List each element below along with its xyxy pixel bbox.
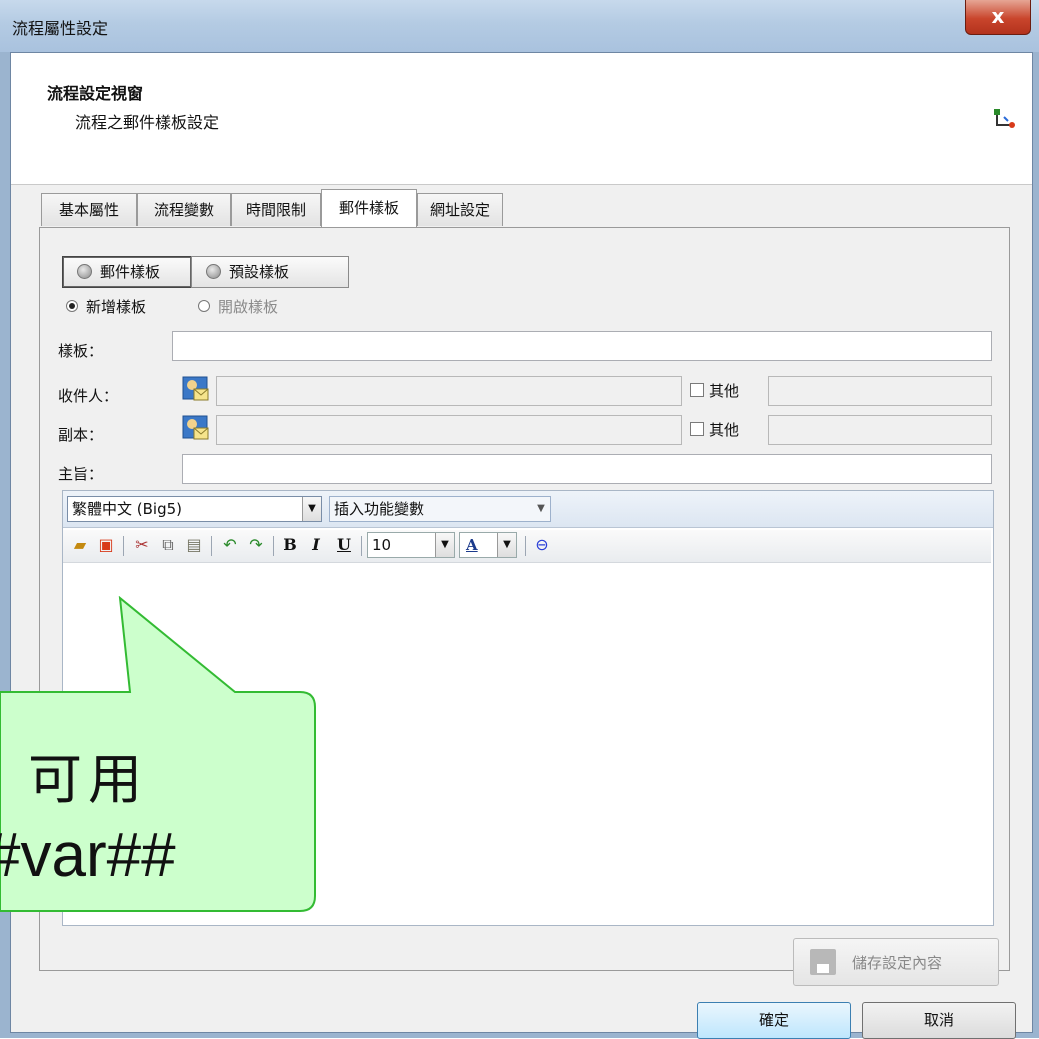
subject-input[interactable] [182, 454, 992, 484]
toolbar-separator [123, 536, 124, 556]
recipient-other-input[interactable] [768, 376, 992, 406]
insert-variable-select[interactable]: 插入功能變數 ▼ [329, 496, 551, 522]
cancel-button[interactable]: 取消 [862, 1002, 1016, 1039]
tab-url-settings[interactable]: 網址設定 [417, 193, 503, 226]
recipient-other-checkbox[interactable]: 其他 [690, 380, 739, 401]
paste-icon[interactable]: ▤ [183, 534, 205, 556]
bold-button[interactable]: B [279, 534, 301, 556]
workflow-icon [994, 109, 1015, 128]
radio-unselected-icon [198, 300, 210, 312]
title-bar[interactable]: 流程屬性設定 x [0, 0, 1039, 52]
chevron-down-icon[interactable]: ▼ [435, 533, 454, 557]
checkbox-box [690, 422, 704, 436]
address-book-icon[interactable] [182, 376, 210, 402]
font-color-select[interactable]: A ▼ [459, 532, 517, 558]
address-book-icon[interactable] [182, 415, 210, 441]
cc-other-input[interactable] [768, 415, 992, 445]
mode-default-template-label: 預設樣板 [229, 263, 290, 281]
undo-icon[interactable]: ↶ [219, 534, 241, 556]
ok-button[interactable]: 確定 [697, 1002, 851, 1039]
tab-basic[interactable]: 基本屬性 [41, 193, 137, 226]
mode-mail-template[interactable]: 郵件樣板 [62, 256, 192, 288]
toolbar-separator [273, 536, 274, 556]
radio-open-template[interactable]: 開啟樣板 [198, 296, 278, 317]
recipient-input[interactable] [216, 376, 682, 406]
window-title: 流程屬性設定 [12, 19, 109, 38]
encoding-value: 繁體中文 (Big5) [72, 500, 182, 518]
link-icon[interactable]: ⊖ [531, 534, 553, 556]
font-size-select[interactable]: 10 ▼ [367, 532, 455, 558]
toolbar-separator [361, 536, 362, 556]
tab-variables[interactable]: 流程變數 [137, 193, 231, 226]
tab-mail-template[interactable]: 郵件樣板 [321, 189, 417, 227]
radio-open-template-label: 開啟樣板 [218, 298, 279, 316]
mode-default-template[interactable]: 預設樣板 [191, 256, 349, 288]
header-subtitle: 流程之郵件樣板設定 [75, 113, 220, 132]
toolbar-separator [211, 536, 212, 556]
tab-time-limit[interactable]: 時間限制 [231, 193, 321, 226]
encoding-select[interactable]: 繁體中文 (Big5) ▼ [67, 496, 322, 522]
editor-topbar: 繁體中文 (Big5) ▼ 插入功能變數 ▼ [63, 491, 993, 528]
mode-mail-template-label: 郵件樣板 [100, 263, 161, 281]
chevron-down-icon[interactable]: ▼ [497, 533, 516, 557]
chevron-down-icon[interactable]: ▼ [532, 497, 550, 521]
template-input[interactable] [172, 331, 992, 361]
subject-label: 主旨： [58, 465, 104, 483]
cc-label: 副本： [58, 426, 104, 444]
recipient-other-label: 其他 [709, 382, 740, 400]
editor-toolbar: ▰ ▣ ✂ ⧉ ▤ ↶ ↷ B I U 10 ▼ A ▼ ⊖ [63, 530, 991, 563]
save-settings-button[interactable]: 儲存設定內容 [793, 938, 999, 986]
copy-icon[interactable]: ⧉ [157, 534, 179, 556]
radio-dot-icon [77, 264, 92, 279]
font-color-value: A [466, 536, 478, 554]
open-folder-icon[interactable]: ▰ [69, 534, 91, 556]
font-size-value: 10 [372, 536, 392, 554]
radio-new-template[interactable]: 新增樣板 [66, 296, 146, 317]
close-button[interactable]: x [965, 0, 1031, 35]
radio-dot-icon [206, 264, 221, 279]
cc-other-label: 其他 [709, 421, 740, 439]
insert-variable-value: 插入功能變數 [334, 500, 425, 518]
checkbox-box [690, 383, 704, 397]
chevron-down-icon[interactable]: ▼ [302, 497, 321, 521]
cc-other-checkbox[interactable]: 其他 [690, 419, 739, 440]
radio-selected-icon [66, 300, 78, 312]
callout-line-2: #var## [0, 821, 176, 890]
underline-button[interactable]: U [333, 534, 355, 556]
radio-new-template-label: 新增樣板 [86, 298, 147, 316]
callout-line-1: 可用 [28, 748, 148, 811]
cut-icon[interactable]: ✂ [131, 534, 153, 556]
toolbar-separator [525, 536, 526, 556]
save-icon[interactable]: ▣ [95, 534, 117, 556]
save-settings-label: 儲存設定內容 [852, 954, 943, 972]
save-disk-icon [810, 949, 836, 975]
template-label: 樣板： [58, 342, 104, 360]
italic-button[interactable]: I [305, 534, 327, 556]
dialog-header: 流程設定視窗 流程之郵件樣板設定 [11, 53, 1032, 185]
recipient-label: 收件人： [58, 387, 119, 405]
header-title: 流程設定視窗 [47, 84, 144, 103]
redo-icon[interactable]: ↷ [245, 534, 267, 556]
cc-input[interactable] [216, 415, 682, 445]
